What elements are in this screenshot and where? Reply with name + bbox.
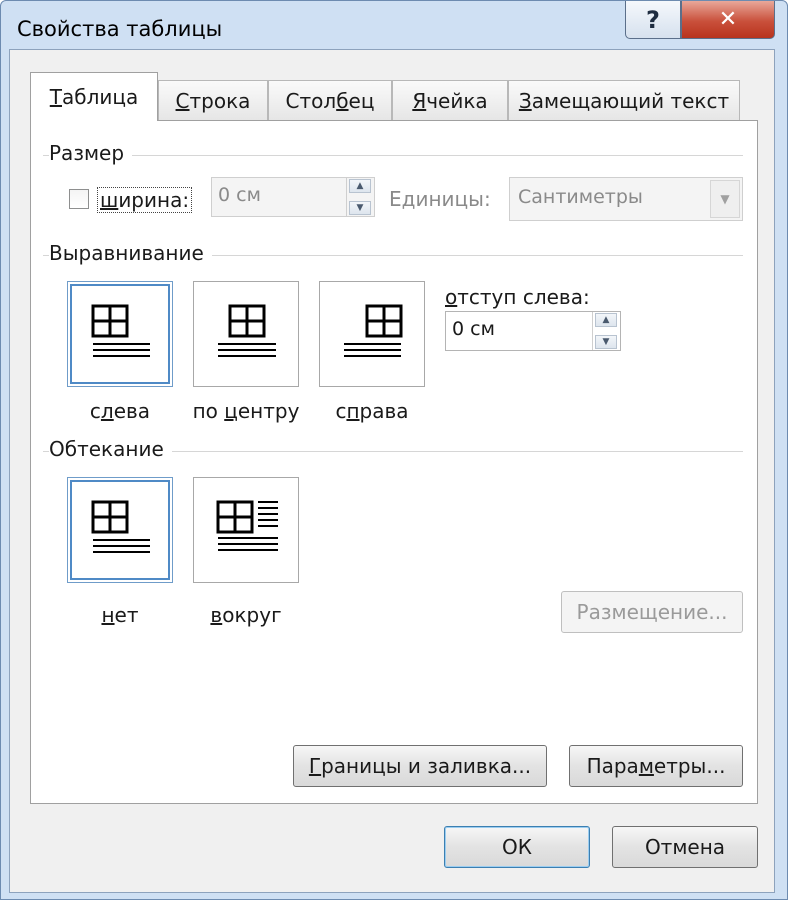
width-value: 0 см <box>218 184 261 206</box>
options-button[interactable]: Пара м етры... <box>569 745 743 787</box>
wrap-none-icon <box>91 500 150 553</box>
width-down-arrow-icon[interactable]: ▼ <box>349 201 371 215</box>
width-label: ширина: <box>97 187 193 213</box>
tab-panel-table: Размер ширина: 0 см ▲ ▼ Единицы: Сантиме… <box>30 120 758 804</box>
wrapping-group-label: Обтекание <box>49 437 172 461</box>
chevron-down-icon[interactable]: ▼ <box>710 180 740 218</box>
align-center-option[interactable] <box>193 281 299 387</box>
units-label: Единицы: <box>389 187 491 211</box>
align-right-option[interactable] <box>319 281 425 387</box>
wrap-none-option[interactable] <box>67 477 173 583</box>
align-right-table-icon <box>344 304 403 357</box>
close-icon: ✕ <box>718 7 738 32</box>
wrap-around-option[interactable] <box>193 477 299 583</box>
close-button[interactable]: ✕ <box>681 1 775 39</box>
wrap-none-label: нет <box>101 603 139 627</box>
width-spinner[interactable]: 0 см ▲ ▼ <box>211 177 375 217</box>
indent-left-spinner[interactable]: 0 см ▲ ▼ <box>445 311 621 351</box>
tab-cell[interactable]: Ячейка <box>392 80 508 120</box>
dialog-window: Свойства таблицы ? ✕ Таблица Строка Стол… <box>0 0 788 900</box>
tab-alt-text[interactable]: Замещающий текст <box>508 80 740 120</box>
units-select[interactable]: Сантиметры ▼ <box>509 177 743 221</box>
align-left-table-icon <box>91 304 150 357</box>
dialog-client-area: Таблица Строка Стол б ец Ячейка Замещающий… <box>9 49 775 893</box>
dialog-title: Свойства таблицы <box>17 17 223 41</box>
help-button[interactable]: ? <box>625 1 681 39</box>
indent-left-label: отступ слева: <box>445 285 590 309</box>
ok-button[interactable]: ОК <box>444 826 590 868</box>
align-left-option[interactable] <box>67 281 173 387</box>
tab-table[interactable]: Таблица <box>30 72 158 121</box>
indent-down-arrow-icon[interactable]: ▼ <box>595 335 617 349</box>
align-right-label: справа <box>335 399 409 423</box>
width-up-arrow-icon[interactable]: ▲ <box>349 179 371 193</box>
align-left-label: слева <box>89 399 151 423</box>
align-center-label: по центру <box>192 399 300 423</box>
units-value: Сантиметры <box>518 186 643 208</box>
size-group-divider <box>43 155 743 156</box>
wrap-around-label: вокруг <box>210 603 282 627</box>
size-group-label: Размер <box>49 141 133 165</box>
borders-and-shading-button[interactable]: Границы и заливка... <box>293 745 547 787</box>
indent-left-value: 0 см <box>452 318 495 340</box>
tab-column[interactable]: Стол б ец <box>268 80 392 120</box>
width-checkbox[interactable] <box>69 189 89 209</box>
help-icon: ? <box>646 5 660 34</box>
tab-row[interactable]: Строка <box>158 80 268 120</box>
align-center-table-icon <box>218 304 276 357</box>
cancel-button[interactable]: Отмена <box>612 826 758 868</box>
wrap-around-icon <box>216 500 278 551</box>
indent-up-arrow-icon[interactable]: ▲ <box>595 313 617 327</box>
alignment-group-label: Выравнивание <box>49 241 212 265</box>
positioning-button[interactable]: Размещение... <box>561 591 743 633</box>
